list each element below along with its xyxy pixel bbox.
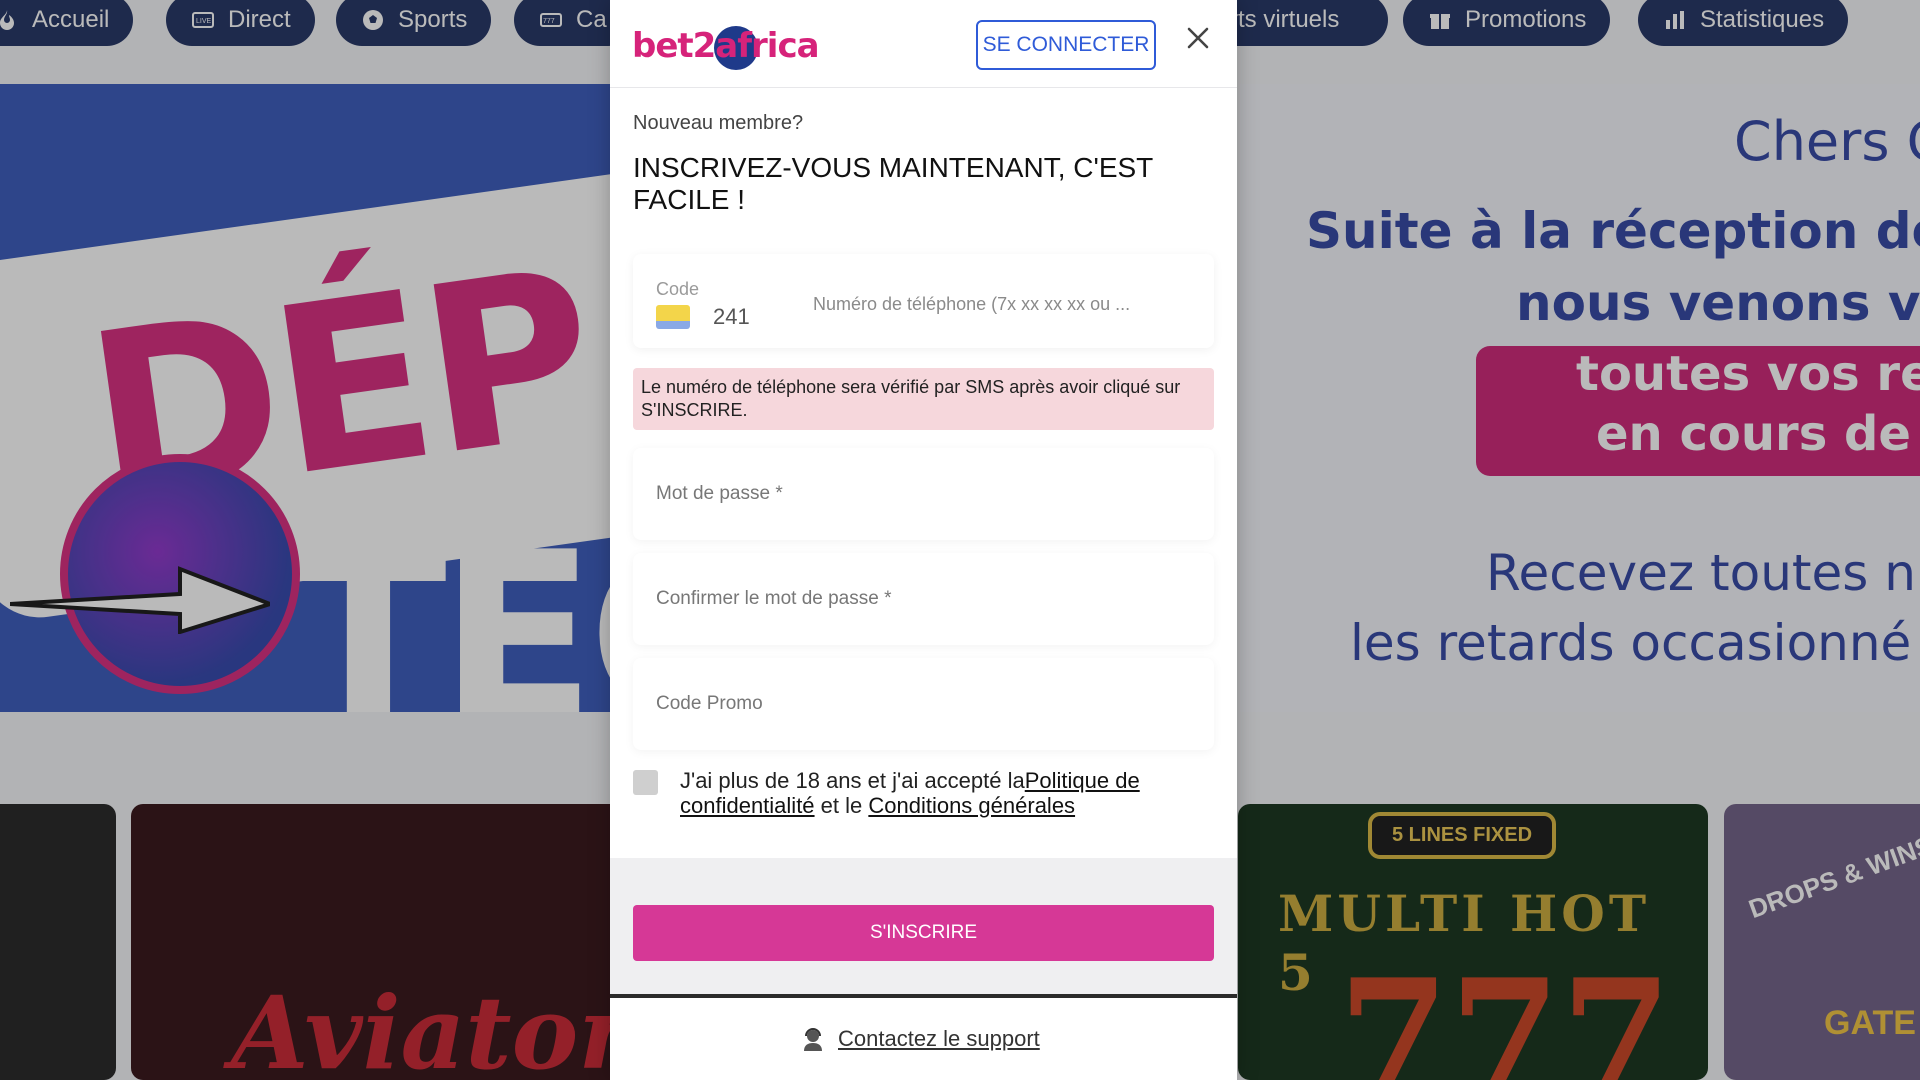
close-icon (1187, 27, 1209, 49)
contact-support-link[interactable]: Contactez le support (838, 1026, 1040, 1052)
support-link-group[interactable]: Contactez le support (800, 1026, 1040, 1052)
modal-headline: INSCRIVEZ-VOUS MAINTENANT, C'EST FACILE … (633, 152, 1153, 215)
support-section: Contactez le support (610, 998, 1237, 1080)
modal-header: bet2africa SE CONNECTER (610, 0, 1237, 88)
password-field (633, 448, 1214, 540)
password-input[interactable] (656, 474, 1186, 514)
phone-field-group: Code 241 (633, 254, 1214, 348)
terms-link[interactable]: Conditions générales (868, 793, 1075, 818)
brand-logo[interactable]: bet2africa (632, 14, 842, 78)
consent-prefix: J'ai plus de 18 ans et j'ai accepté la (680, 768, 1025, 793)
confirm-password-field (633, 553, 1214, 645)
age-terms-checkbox[interactable] (633, 770, 658, 795)
phone-number-input[interactable] (813, 284, 1193, 324)
sms-verification-notice: Le numéro de téléphone sera vérifié par … (633, 368, 1214, 430)
promo-code-input[interactable] (656, 684, 1186, 724)
login-button[interactable]: SE CONNECTER (976, 20, 1156, 70)
modal-subtitle: Nouveau membre? (633, 112, 804, 134)
confirm-password-input[interactable] (656, 579, 1186, 619)
gabon-flag-icon[interactable] (656, 305, 690, 329)
promo-code-field (633, 658, 1214, 750)
modal-footer: S'INSCRIRE (610, 858, 1237, 994)
register-button[interactable]: S'INSCRIRE (633, 905, 1214, 961)
country-code-label: Code (656, 279, 700, 299)
registration-modal: bet2africa SE CONNECTER Nouveau membre? … (610, 0, 1237, 1080)
consent-middle: et le (814, 793, 869, 818)
support-agent-icon (804, 1028, 822, 1051)
country-code-value[interactable]: 241 (713, 304, 750, 330)
consent-row: J'ai plus de 18 ans et j'ai accepté laPo… (633, 768, 1214, 824)
close-button[interactable] (1182, 22, 1214, 54)
consent-text: J'ai plus de 18 ans et j'ai accepté laPo… (680, 768, 1180, 818)
logo-text: bet2africa (632, 26, 820, 66)
